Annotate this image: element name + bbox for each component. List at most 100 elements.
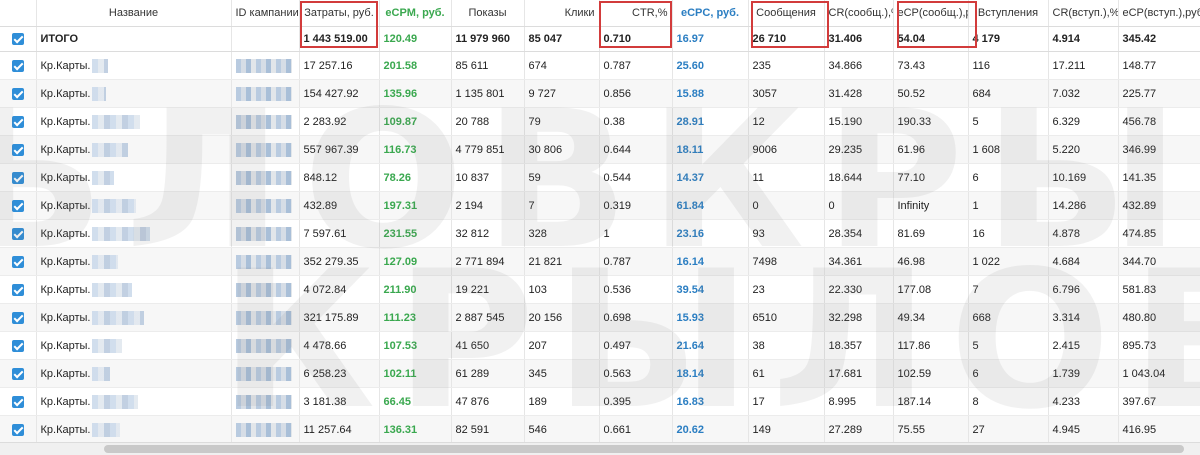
row-name[interactable]: Кр.Карты. [36,219,232,248]
row-name-text: Кр.Карты. [40,255,91,268]
cell-cost: 557 967.39 [299,135,380,164]
col-messages[interactable]: Сообщения [748,0,825,27]
col-ecpc[interactable]: eCPC, руб. [672,0,749,27]
table-row[interactable]: Кр.Карты. 6 258.23 102.11 61 289 345 0.563 18.… [0,359,1200,388]
row-checkbox[interactable] [11,115,24,128]
col-ctr[interactable]: CTR,% [599,0,673,27]
cell-ecpc: 18.14 [672,359,749,388]
row-name[interactable]: Кр.Карты. [36,135,232,164]
row-checkbox[interactable] [11,367,24,380]
col-cr-msg[interactable]: CR(сообщ.),% [824,0,894,27]
cell-clicks: 345 [524,359,600,388]
row-checkbox[interactable] [11,339,24,352]
cell-clicks: 328 [524,219,600,248]
table-row[interactable]: Кр.Карты. 2 283.92 109.87 20 788 79 0.38 28.91… [0,107,1200,136]
table-row[interactable]: Кр.Карты. 848.12 78.26 10 837 59 0.544 14.37 11… [0,163,1200,192]
cell-ecp-msg: 50.52 [893,79,969,108]
row-campaign-id [231,247,300,276]
cell-joins: 1 608 [968,135,1049,164]
cell-messages: 93 [748,219,825,248]
row-checkbox[interactable] [11,227,24,240]
table-row[interactable]: Кр.Карты. 4 478.66 107.53 41 650 207 0.497 21.… [0,331,1200,360]
row-name[interactable]: Кр.Карты. [36,303,232,332]
row-name[interactable]: Кр.Карты. [36,387,232,416]
row-checkbox[interactable] [11,283,24,296]
col-ecp-msg[interactable]: eCP(сообщ.),руб. [893,0,969,27]
row-name[interactable]: Кр.Карты. [36,191,232,220]
table-row[interactable]: Кр.Карты. 432.89 197.31 2 194 7 0.319 61.84 0 0 I… [0,191,1200,220]
col-joins[interactable]: Вступления [968,0,1049,27]
table-row[interactable]: Кр.Карты. 321 175.89 111.23 2 887 545 20 156… [0,303,1200,332]
row-name[interactable]: Кр.Карты. [36,163,232,192]
col-cost[interactable]: Затраты, руб. [299,0,380,27]
row-name[interactable]: Кр.Карты. [36,79,232,108]
row-name[interactable]: Кр.Карты. [36,275,232,304]
table-row[interactable]: Кр.Карты. 7 597.61 231.55 32 812 328 1 23.16 93… [0,219,1200,248]
col-impressions[interactable]: Показы [451,0,525,27]
cell-cr-join: 1.739 [1048,359,1119,388]
row-name[interactable]: Кр.Карты. [36,415,232,444]
row-name-text: Кр.Карты. [40,395,91,408]
cell-ecp-msg: 61.96 [893,135,969,164]
table-row[interactable]: Кр.Карты. 3 181.38 66.45 47 876 189 0.395 16.8… [0,387,1200,416]
table-row[interactable]: Кр.Карты. 11 257.64 136.31 82 591 546 0.661 20… [0,415,1200,444]
horizontal-scrollbar[interactable] [0,442,1200,455]
col-name[interactable]: Название [36,0,232,27]
redacted-name [92,254,119,269]
table-row[interactable]: Кр.Карты. 154 427.92 135.96 1 135 801 9 727 0… [0,79,1200,108]
row-checkbox[interactable] [11,59,24,72]
cell-ecp-join: 581.83 [1118,275,1200,304]
row-checkbox[interactable] [11,395,24,408]
cell-joins: 6 [968,359,1049,388]
cell-ctr: 0.544 [599,163,673,192]
redacted-name [92,422,121,437]
cell-ecpc: 15.88 [672,79,749,108]
col-ecpm[interactable]: eCPM, руб. [379,0,452,27]
table-row[interactable]: Кр.Карты. 557 967.39 116.73 4 779 851 30 806… [0,135,1200,164]
row-checkbox[interactable] [11,423,24,436]
table-row[interactable]: Кр.Карты. 352 279.35 127.09 2 771 894 21 821… [0,247,1200,276]
row-checkbox[interactable] [11,311,24,324]
cell-messages: 61 [748,359,825,388]
cell-impressions: 2 887 545 [451,303,525,332]
total-cr-msg: 31.406 [824,26,894,52]
row-checkbox[interactable] [11,255,24,268]
row-checkbox[interactable] [11,171,24,184]
cell-ecp-msg: 117.86 [893,331,969,360]
select-all-checkbox[interactable] [11,33,24,46]
col-ecp-join[interactable]: eCP(вступ.),руб. [1118,0,1200,27]
table-row[interactable]: Кр.Карты. 17 257.16 201.58 85 611 674 0.787 25… [0,51,1200,80]
cell-cr-join: 5.220 [1048,135,1119,164]
cell-ctr: 0.644 [599,135,673,164]
row-name[interactable]: Кр.Карты. [36,331,232,360]
redacted-id [235,114,292,129]
scrollbar-thumb[interactable] [104,445,1184,453]
cell-cr-msg: 18.644 [824,163,894,192]
table-row[interactable]: Кр.Карты. 4 072.84 211.90 19 221 103 0.536 39.… [0,275,1200,304]
redacted-id [235,226,292,241]
row-name[interactable]: Кр.Карты. [36,107,232,136]
col-cr-join[interactable]: CR(вступ.),% [1048,0,1119,27]
col-check [0,0,37,27]
cell-impressions: 85 611 [451,51,525,80]
col-campaign-id[interactable]: ID кампании [231,0,300,27]
cell-ecpc: 15.93 [672,303,749,332]
cell-ctr: 0.787 [599,51,673,80]
row-checkbox[interactable] [11,143,24,156]
row-checkbox[interactable] [11,199,24,212]
cell-ecpc: 16.14 [672,247,749,276]
row-name[interactable]: Кр.Карты. [36,247,232,276]
cell-ecp-join: 1 043.04 [1118,359,1200,388]
cell-cost: 6 258.23 [299,359,380,388]
cell-joins: 1 022 [968,247,1049,276]
cell-cr-join: 2.415 [1048,331,1119,360]
cell-cr-msg: 34.361 [824,247,894,276]
row-checkbox[interactable] [11,87,24,100]
col-clicks[interactable]: Клики [524,0,600,27]
cell-joins: 16 [968,219,1049,248]
row-name[interactable]: Кр.Карты. [36,359,232,388]
row-name[interactable]: Кр.Карты. [36,51,232,80]
row-name-text: Кр.Карты. [40,115,91,128]
cell-ecp-msg: 77.10 [893,163,969,192]
cell-ecp-msg: 73.43 [893,51,969,80]
